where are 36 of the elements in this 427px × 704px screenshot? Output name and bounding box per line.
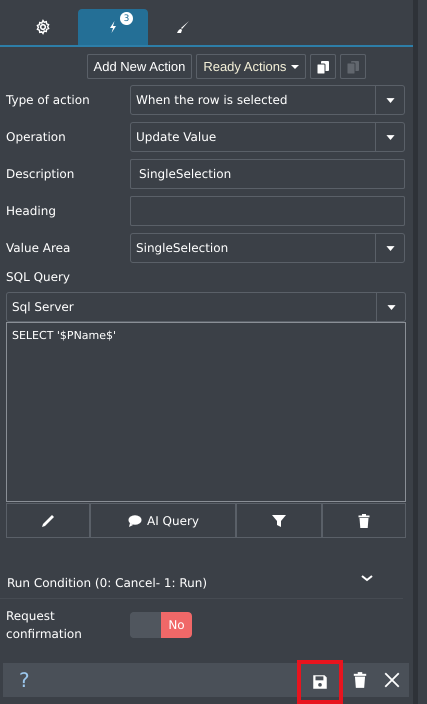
chat-bubble-icon bbox=[126, 512, 143, 528]
trash-icon bbox=[351, 671, 369, 689]
count-badge: 3 bbox=[120, 12, 133, 25]
add-action-button[interactable]: Add New Action bbox=[86, 54, 192, 79]
input-field[interactable] bbox=[130, 196, 405, 226]
trash-icon bbox=[356, 512, 372, 528]
section-header: Run Condition (0: Cancel- 1: Run) bbox=[7, 576, 208, 590]
dropdown[interactable]: Sql Server bbox=[6, 292, 406, 322]
caret-icon bbox=[291, 64, 300, 68]
query-editor[interactable]: SELECT '$PName$' bbox=[6, 322, 406, 502]
field-label: Operation bbox=[6, 130, 67, 144]
tab[interactable]: 3 bbox=[78, 9, 148, 45]
field-label: Description bbox=[6, 167, 76, 181]
help-button[interactable]: ? bbox=[13, 667, 36, 693]
field-label: Heading bbox=[6, 204, 57, 218]
field-label: Type of action bbox=[6, 93, 91, 107]
section-label: SQL Query bbox=[5, 269, 72, 286]
close-icon bbox=[383, 671, 401, 689]
copy-icon bbox=[315, 58, 332, 74]
paste-icon bbox=[345, 58, 362, 74]
field-label: Request confirmation bbox=[6, 608, 83, 643]
brush-icon bbox=[175, 19, 191, 35]
copy-button[interactable] bbox=[310, 54, 336, 79]
input-field[interactable]: SingleSelection bbox=[130, 159, 405, 189]
pencil-icon bbox=[40, 512, 56, 528]
ai-query-button[interactable]: AI Query bbox=[90, 503, 236, 538]
dropdown[interactable]: Update Value bbox=[130, 122, 405, 152]
filter-icon bbox=[271, 512, 287, 528]
filter-button[interactable] bbox=[236, 503, 322, 538]
field-label: Value Area bbox=[6, 241, 72, 255]
dropdown[interactable]: SingleSelection bbox=[130, 233, 405, 263]
ready-actions-button[interactable]: Ready Actions bbox=[196, 54, 306, 79]
dropdown[interactable]: When the row is selected bbox=[130, 85, 405, 115]
trash-button[interactable] bbox=[322, 503, 406, 538]
settings-icon bbox=[35, 19, 51, 35]
save-icon bbox=[311, 673, 329, 691]
